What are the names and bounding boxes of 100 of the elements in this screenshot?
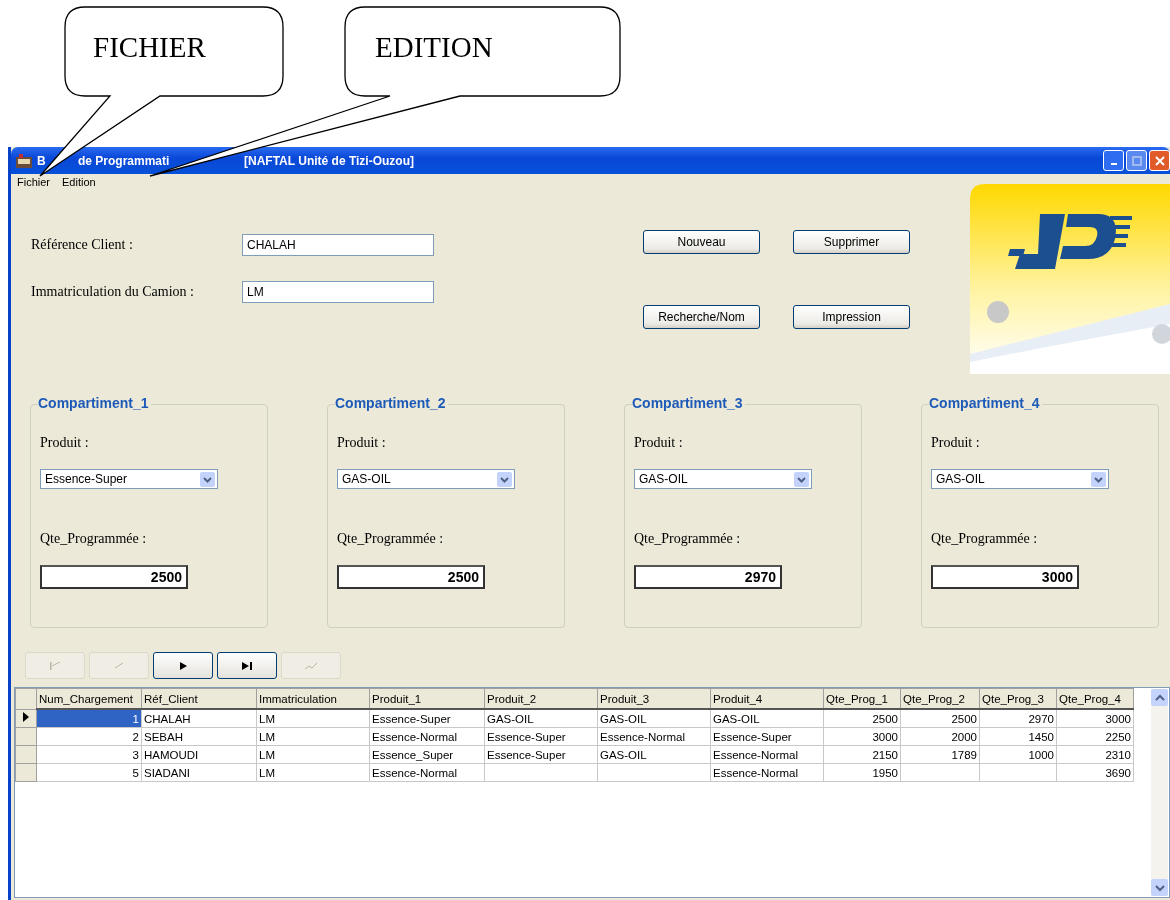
column-header[interactable]: Produit_2 bbox=[484, 688, 598, 709]
table-cell: 3000 bbox=[823, 727, 901, 746]
quantity-field[interactable]: 2500 bbox=[40, 565, 188, 589]
action-button[interactable]: Supprimer bbox=[793, 230, 910, 254]
table-cell: Essence-Normal bbox=[369, 763, 485, 782]
table-cell: Essence-Super bbox=[484, 727, 598, 746]
product-label: Produit : bbox=[40, 435, 90, 451]
quantity-label: Qte_Programmée : bbox=[40, 531, 148, 547]
table-cell: GAS-OIL bbox=[484, 709, 598, 728]
table-cell: LM bbox=[256, 745, 370, 764]
product-dropdown[interactable]: GAS-OIL bbox=[931, 469, 1109, 489]
column-header[interactable]: Qte_Prog_1 bbox=[823, 688, 901, 709]
table-cell: Essence-Super bbox=[484, 745, 598, 764]
window-title: [NAFTAL Unité de Tizi-Ouzou] bbox=[244, 153, 414, 168]
product-dropdown[interactable]: Essence-Super bbox=[40, 469, 218, 489]
column-header[interactable]: Qte_Prog_4 bbox=[1056, 688, 1134, 709]
product-dropdown[interactable]: GAS-OIL bbox=[337, 469, 515, 489]
table-cell: 3000 bbox=[1056, 709, 1134, 728]
quantity-label: Qte_Programmée : bbox=[634, 531, 742, 547]
field-label: Référence Client : bbox=[31, 237, 134, 253]
table-cell: 2250 bbox=[1056, 727, 1134, 746]
scrollbar[interactable] bbox=[1151, 689, 1168, 896]
table-cell: Essence_Super bbox=[369, 745, 485, 764]
navigation-button[interactable] bbox=[217, 652, 277, 679]
first-icon bbox=[48, 659, 62, 672]
table-cell: 2500 bbox=[900, 709, 980, 728]
minimize-icon bbox=[1110, 162, 1117, 165]
menu-item[interactable]: Fichier bbox=[17, 176, 50, 188]
table-cell: CHALAH bbox=[141, 709, 257, 728]
maximize-button[interactable] bbox=[1126, 150, 1147, 171]
close-icon bbox=[1154, 155, 1165, 166]
quantity-label: Qte_Programmée : bbox=[931, 531, 1039, 547]
field-label: Immatriculation du Camion : bbox=[31, 284, 195, 300]
navigation-button[interactable] bbox=[153, 652, 213, 679]
table-cell: SIADANI bbox=[141, 763, 257, 782]
table-cell: 2500 bbox=[823, 709, 901, 728]
column-header[interactable]: Num_Chargement bbox=[36, 688, 142, 709]
table-cell: LM bbox=[256, 727, 370, 746]
table-cell: 1950 bbox=[823, 763, 901, 782]
menu-item[interactable]: Edition bbox=[62, 176, 96, 188]
table-cell: 3690 bbox=[1056, 763, 1134, 782]
group-title: Compartiment_2 bbox=[335, 395, 449, 411]
table-cell: GAS-OIL bbox=[597, 709, 711, 728]
close-button[interactable] bbox=[1149, 150, 1170, 171]
input-field[interactable]: CHALAH bbox=[242, 234, 434, 256]
group-title: Compartiment_1 bbox=[38, 395, 152, 411]
product-label: Produit : bbox=[634, 435, 684, 451]
table-cell: SEBAH bbox=[141, 727, 257, 746]
group-title: Compartiment_4 bbox=[929, 395, 1043, 411]
table-cell: GAS-OIL bbox=[597, 745, 711, 764]
column-header[interactable]: Produit_1 bbox=[369, 688, 485, 709]
table-cell: 1450 bbox=[979, 727, 1057, 746]
minimize-button[interactable] bbox=[1103, 150, 1124, 171]
window-title: B bbox=[37, 153, 47, 168]
group-title: Compartiment_3 bbox=[632, 395, 746, 411]
maximize-icon bbox=[1131, 155, 1142, 166]
quantity-field[interactable]: 2500 bbox=[337, 565, 485, 589]
table-cell: 3 bbox=[36, 745, 142, 764]
table-cell: Essence-Normal bbox=[597, 727, 711, 746]
action-button[interactable]: Nouveau bbox=[643, 230, 760, 254]
column-header[interactable]: Réf_Client bbox=[141, 688, 257, 709]
table-cell: LM bbox=[256, 709, 370, 728]
column-header[interactable]: Qte_Prog_2 bbox=[900, 688, 980, 709]
quantity-label: Qte_Programmée : bbox=[337, 531, 445, 547]
action-button[interactable]: Recherche/Nom bbox=[643, 305, 760, 329]
table-cell: Essence-Super bbox=[710, 727, 824, 746]
table-cell: 2150 bbox=[823, 745, 901, 764]
column-header[interactable]: Produit_4 bbox=[710, 688, 824, 709]
current-row-icon bbox=[23, 712, 29, 723]
table-cell: GAS-OIL bbox=[710, 709, 824, 728]
action-button[interactable]: Impression bbox=[793, 305, 910, 329]
table-cell: 2310 bbox=[1056, 745, 1134, 764]
scroll-up-icon bbox=[1154, 693, 1165, 702]
table-cell: 1789 bbox=[900, 745, 980, 764]
column-header[interactable]: Immatriculation bbox=[256, 688, 370, 709]
last-icon bbox=[240, 659, 254, 672]
scroll-down-icon bbox=[1154, 883, 1165, 892]
column-header[interactable]: Produit_3 bbox=[597, 688, 711, 709]
column-header[interactable]: Qte_Prog_3 bbox=[979, 688, 1057, 709]
table-cell: 2970 bbox=[979, 709, 1057, 728]
table-cell: Essence-Normal bbox=[710, 745, 824, 764]
table-cell: Essence-Super bbox=[369, 709, 485, 728]
quantity-field[interactable]: 2970 bbox=[634, 565, 782, 589]
table-cell: LM bbox=[256, 763, 370, 782]
table-cell: 1000 bbox=[979, 745, 1057, 764]
callout-label: FICHIER bbox=[93, 31, 206, 63]
table-cell: Essence-Normal bbox=[710, 763, 824, 782]
table-cell: 5 bbox=[36, 763, 142, 782]
product-dropdown[interactable]: GAS-OIL bbox=[634, 469, 812, 489]
window-title: de Programmati bbox=[78, 153, 171, 168]
input-field[interactable]: LM bbox=[242, 281, 434, 303]
table-cell: 2000 bbox=[900, 727, 980, 746]
table-cell: 2 bbox=[36, 727, 142, 746]
table-cell: HAMOUDI bbox=[141, 745, 257, 764]
product-label: Produit : bbox=[931, 435, 981, 451]
callout-label: EDITION bbox=[375, 31, 493, 63]
table-cell: Essence-Normal bbox=[369, 727, 485, 746]
product-label: Produit : bbox=[337, 435, 387, 451]
app-icon bbox=[15, 152, 33, 169]
quantity-field[interactable]: 3000 bbox=[931, 565, 1079, 589]
